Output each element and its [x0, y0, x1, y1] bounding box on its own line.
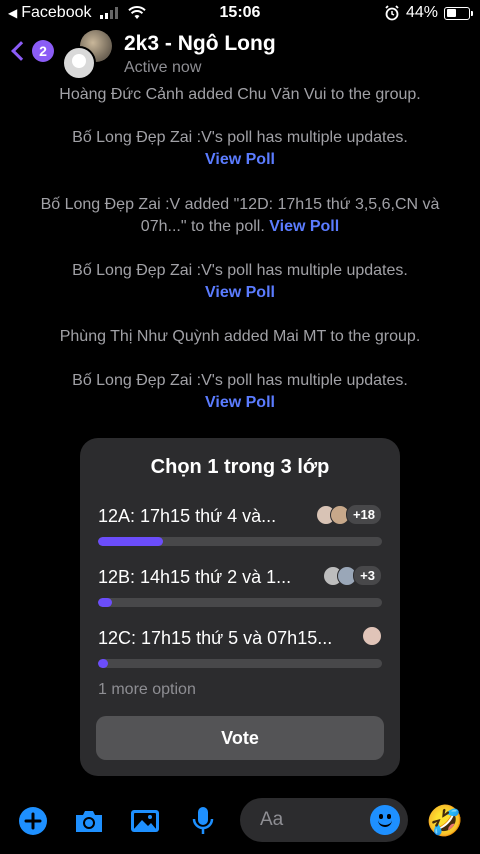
message-input[interactable]: Aa: [240, 798, 408, 842]
active-status: Active now: [124, 59, 202, 76]
status-bar: ◀ Facebook 15:06 44%: [0, 0, 480, 26]
poll-option[interactable]: 12B: 14h15 thứ 2 và 1... +3: [98, 565, 382, 607]
system-message: Bố Long Đẹp Zai :V added "12D: 17h15 thứ…: [0, 194, 480, 238]
poll-progress-bar: [98, 537, 382, 546]
poll-option-label: 12C: 17h15 thứ 5 và 07h15...: [98, 628, 333, 648]
smile-mouth: [378, 819, 392, 827]
message-input-placeholder: Aa: [260, 809, 284, 830]
back-button[interactable]: 2: [10, 40, 54, 62]
poll-progress-fill: [98, 659, 108, 668]
message-text: Phùng Thị Như Quỳnh added Mai MT to the …: [59, 328, 421, 345]
poll-title: Chọn 1 trong 3 lớp: [150, 456, 330, 478]
microphone-button[interactable]: [186, 804, 220, 838]
system-message: Bố Long Đẹp Zai :V's poll has multiple u…: [0, 260, 480, 304]
message-text: Bố Long Đẹp Zai :V's poll has multiple u…: [72, 129, 408, 146]
poll-card: Chọn 1 trong 3 lớp 12A: 17h15 thứ 4 và..…: [80, 438, 400, 776]
plus-button[interactable]: [16, 804, 50, 838]
poll-progress-bar: [98, 659, 382, 668]
status-right: 44%: [384, 4, 473, 22]
camera-button[interactable]: [72, 804, 106, 838]
voter-avatars[interactable]: [362, 626, 382, 646]
poll-option-label: 12A: 17h15 thứ 4 và...: [98, 506, 277, 526]
alarm-icon: [385, 5, 399, 21]
quick-reaction-emoji-icon[interactable]: 🤣: [426, 804, 463, 839]
view-poll-link[interactable]: View Poll: [205, 394, 275, 411]
message-text: Bố Long Đẹp Zai :V added "12D: 17h15 thứ…: [40, 196, 440, 235]
poll-progress-fill: [98, 537, 164, 546]
voter-avatars[interactable]: +3: [323, 565, 382, 586]
message-text: Bố Long Đẹp Zai :V's poll has multiple u…: [72, 262, 408, 279]
message-text: Bố Long Đẹp Zai :V's poll has multiple u…: [72, 372, 408, 389]
avatar: [62, 46, 96, 80]
poll-option[interactable]: 12C: 17h15 thứ 5 và 07h15...: [98, 626, 382, 668]
chat-title[interactable]: 2k3 - Ngô Long: [124, 32, 276, 56]
vote-button[interactable]: Vote: [96, 716, 384, 760]
composer-bar: Aa: [0, 794, 480, 854]
battery-fill: [446, 9, 456, 17]
chevron-left-icon: [11, 41, 31, 61]
poll-option-label: 12B: 14h15 thứ 2 và 1...: [98, 567, 292, 587]
microphone-icon: [192, 807, 214, 834]
system-message: Bố Long Đẹp Zai :V's poll has multiple u…: [0, 370, 480, 414]
voter-avatars[interactable]: +18: [315, 504, 382, 525]
unread-badge: 2: [32, 40, 54, 62]
message-text: Hoàng Đức Cảnh added Chu Văn Vui to the …: [59, 86, 421, 103]
system-message: Hoàng Đức Cảnh added Chu Văn Vui to the …: [0, 84, 480, 106]
voter-count: +3: [353, 565, 382, 586]
emoji-icon[interactable]: [370, 805, 400, 835]
view-poll-link[interactable]: View Poll: [205, 284, 275, 301]
avatar: [362, 626, 382, 646]
system-message: Bố Long Đẹp Zai :V's poll has multiple u…: [0, 127, 480, 171]
view-poll-link[interactable]: View Poll: [269, 218, 339, 235]
system-message: Phùng Thị Như Quỳnh added Mai MT to the …: [0, 326, 480, 348]
more-options-link[interactable]: 1 more option: [98, 681, 196, 699]
view-poll-link[interactable]: View Poll: [205, 151, 275, 168]
battery-percent: 44%: [405, 4, 438, 21]
camera-icon: [76, 811, 102, 832]
voter-count: +18: [345, 504, 382, 525]
poll-progress-fill: [98, 598, 113, 607]
poll-option[interactable]: 12A: 17h15 thứ 4 và... +18: [98, 504, 382, 546]
image-icon: [131, 810, 159, 832]
chat-header: 2 2k3 - Ngô Long Active now: [0, 28, 480, 80]
battery-icon: [444, 6, 473, 20]
plus-icon: [19, 807, 47, 835]
gallery-button[interactable]: [128, 804, 162, 838]
group-avatar[interactable]: [62, 30, 112, 80]
poll-progress-bar: [98, 598, 382, 607]
